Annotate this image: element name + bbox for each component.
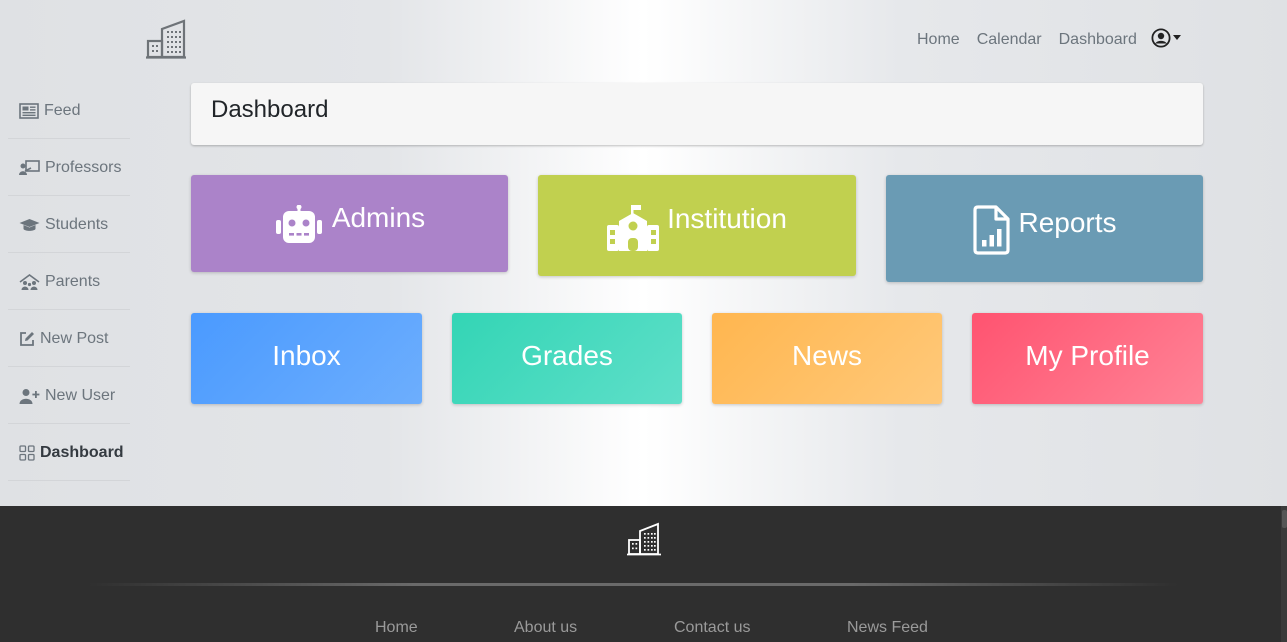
grades-label: Grades xyxy=(521,339,613,371)
page-title: Dashboard xyxy=(211,96,329,123)
family-house-icon xyxy=(19,273,40,290)
inbox-tile[interactable]: Inbox xyxy=(191,313,422,404)
building-icon xyxy=(627,522,661,556)
sidebar-item-parents[interactable]: Parents xyxy=(0,253,130,310)
footer-divider xyxy=(88,583,1178,586)
admins-label: Admins xyxy=(331,201,426,233)
chalkboard-teacher-icon xyxy=(19,159,40,175)
footer-home-link[interactable]: Home xyxy=(375,619,418,637)
sidebar-item-label: Students xyxy=(45,215,109,233)
my-profile-tile[interactable]: My Profile xyxy=(972,313,1203,404)
building-logo-icon[interactable] xyxy=(146,19,186,59)
user-menu-dropdown[interactable] xyxy=(1151,28,1181,48)
footer-news-feed-link[interactable]: News Feed xyxy=(847,619,928,637)
footer-about-link[interactable]: About us xyxy=(514,619,577,637)
nav-dashboard-link[interactable]: Dashboard xyxy=(1059,30,1137,50)
nav-home-link[interactable]: Home xyxy=(917,30,960,50)
sidebar-item-new-post[interactable]: New Post xyxy=(0,310,130,367)
sidebar-item-professors[interactable]: Professors xyxy=(0,139,130,196)
nav-calendar-link[interactable]: Calendar xyxy=(977,30,1042,50)
grid-icon xyxy=(19,444,35,461)
reports-label: Reports xyxy=(1018,206,1117,238)
sidebar-item-new-user[interactable]: New User xyxy=(0,367,130,424)
reports-tile[interactable]: Reports xyxy=(886,175,1203,282)
admins-tile[interactable]: Admins xyxy=(191,175,508,272)
sidebar-item-label: New User xyxy=(45,386,116,404)
top-nav: Home Calendar Dashboard xyxy=(917,30,1154,50)
newspaper-icon xyxy=(19,102,39,119)
my-profile-label: My Profile xyxy=(1025,339,1150,371)
file-chart-icon xyxy=(973,204,1011,255)
inbox-label: Inbox xyxy=(272,339,341,371)
sidebar-item-label: Parents xyxy=(45,272,101,290)
sidebar-item-feed[interactable]: Feed xyxy=(0,82,130,139)
sidebar: Feed Professors Students Parents New Pos… xyxy=(0,82,130,481)
sidebar-item-label: Professors xyxy=(45,158,122,176)
school-icon xyxy=(607,204,660,251)
news-label: News xyxy=(791,339,862,371)
chevron-down-icon xyxy=(1173,34,1181,40)
scrollbar-thumb[interactable] xyxy=(1282,510,1287,528)
edit-icon xyxy=(20,331,34,346)
user-plus-icon xyxy=(19,388,40,404)
grades-tile[interactable]: Grades xyxy=(452,313,682,404)
graduation-cap-icon xyxy=(19,218,40,231)
sidebar-item-label: New Post xyxy=(40,329,109,347)
sidebar-item-students[interactable]: Students xyxy=(0,196,130,253)
robot-icon xyxy=(275,204,322,243)
institution-tile[interactable]: Institution xyxy=(538,175,856,276)
news-tile[interactable]: News xyxy=(712,313,942,404)
institution-label: Institution xyxy=(667,202,787,234)
sidebar-item-label: Feed xyxy=(44,101,81,119)
page-header-card: Dashboard xyxy=(191,83,1203,145)
sidebar-item-dashboard[interactable]: Dashboard xyxy=(0,424,130,481)
sidebar-item-label: Dashboard xyxy=(40,443,124,461)
user-circle-icon xyxy=(1151,28,1171,48)
footer-contact-link[interactable]: Contact us xyxy=(674,619,750,637)
